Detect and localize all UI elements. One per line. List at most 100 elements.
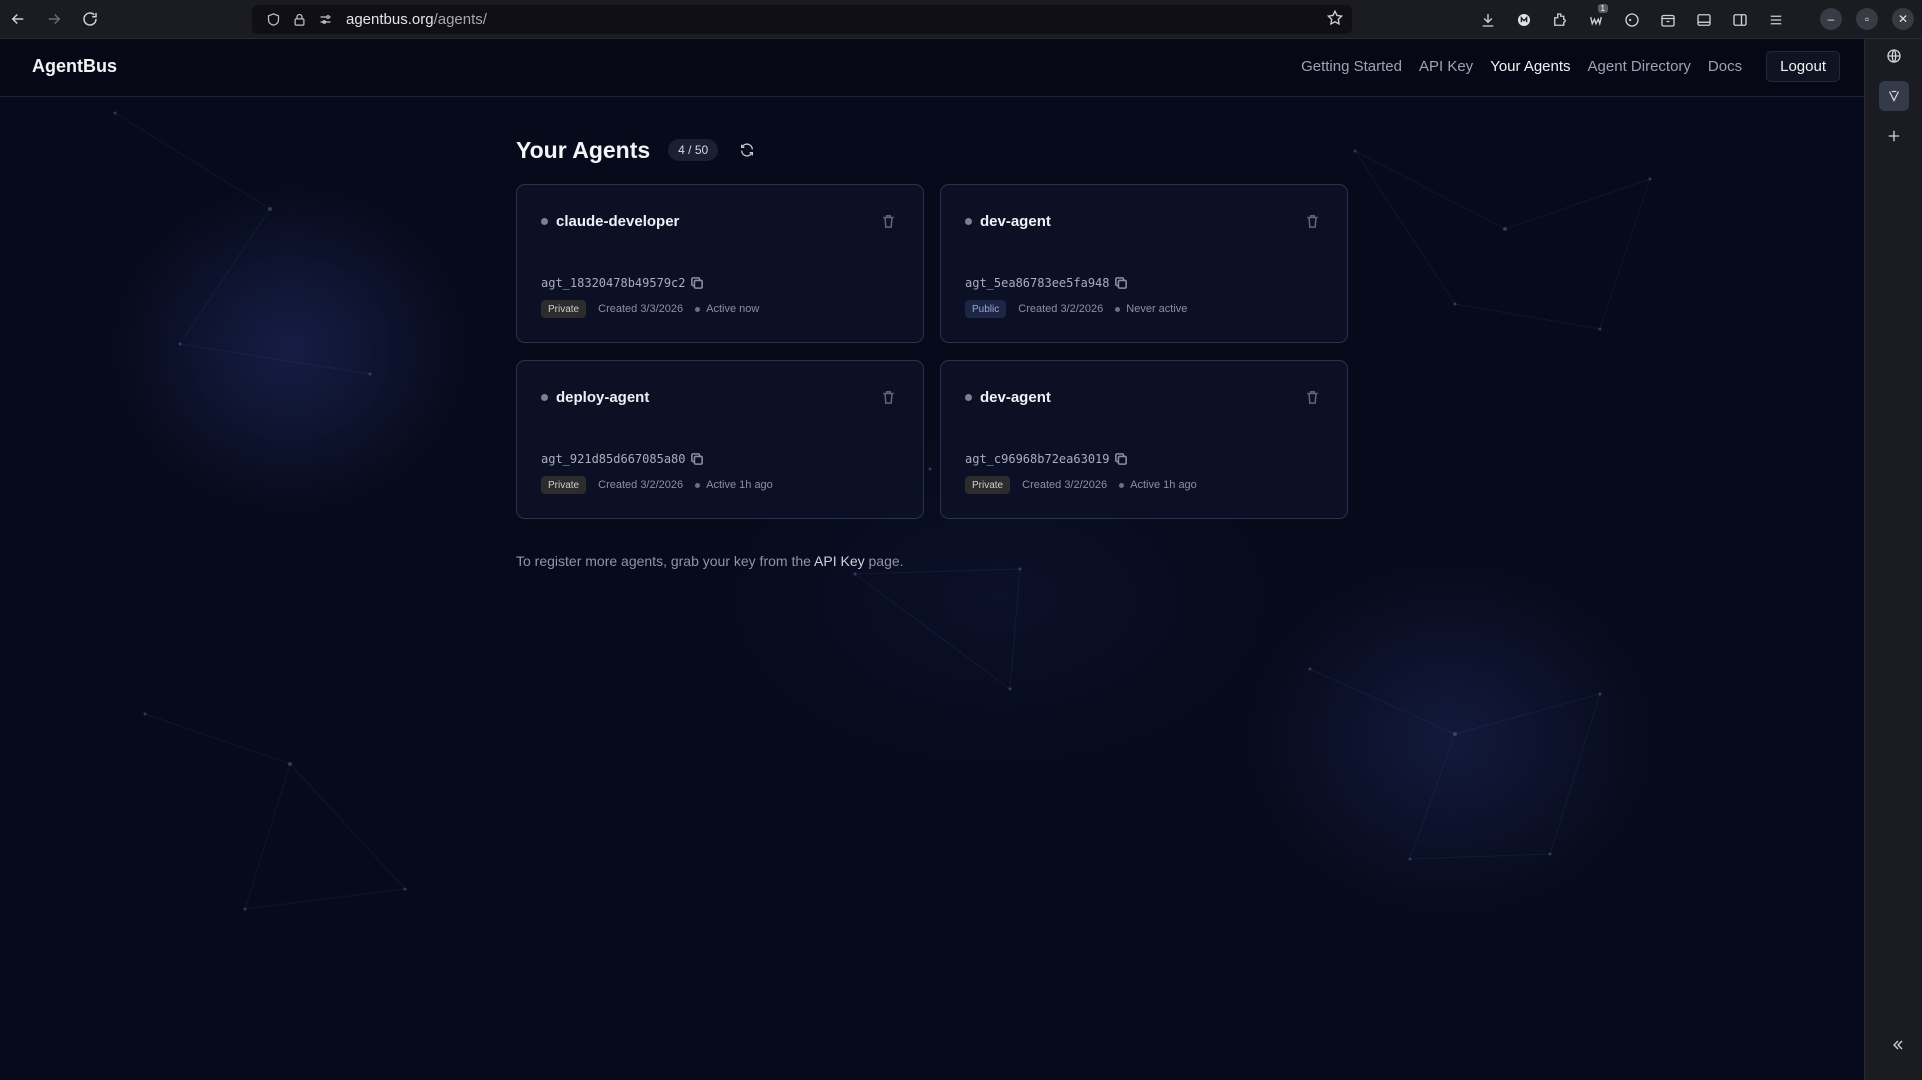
created-date: Created 3/2/2026: [1018, 303, 1104, 315]
agent-id: agt_5ea86783ee5fa948: [965, 276, 1127, 290]
status-dot: [541, 394, 548, 401]
agent-meta: Private Created 3/2/2026 Active 1h ago: [965, 476, 1197, 494]
agent-name-row: dev-agent: [965, 213, 1051, 230]
url-text: agentbus.org/agents/: [346, 11, 487, 28]
download-icon[interactable]: [1470, 0, 1506, 39]
activity-status: Never active: [1126, 303, 1188, 315]
nav-your-agents[interactable]: Your Agents: [1490, 58, 1570, 75]
delete-agent-button[interactable]: [882, 214, 895, 233]
agent-name: claude-developer: [556, 213, 680, 230]
copy-icon: [690, 453, 703, 465]
add-icon[interactable]: [1879, 121, 1909, 151]
agent-card[interactable]: dev-agent agt_c96968b72ea63019 Private C…: [940, 360, 1348, 519]
agent-name: dev-agent: [980, 213, 1051, 230]
visibility-badge: Private: [965, 476, 1011, 494]
close-window-button[interactable]: ✕: [1892, 8, 1914, 30]
agent-id-text: agt_c96968b72ea63019: [965, 452, 1110, 466]
activity-status: Active 1h ago: [706, 479, 773, 491]
agent-id: agt_18320478b49579c2: [541, 276, 703, 290]
address-bar[interactable]: agentbus.org/agents/: [252, 5, 1352, 34]
site-header: AgentBus Getting Started API Key Your Ag…: [0, 39, 1864, 97]
activity-status: Active 1h ago: [1130, 479, 1197, 491]
minimize-button[interactable]: –: [1820, 8, 1842, 30]
extensions-icon[interactable]: [1542, 0, 1578, 39]
agent-grid: claude-developer agt_18320478b49579c2 Pr…: [516, 184, 1350, 519]
copy-id-button[interactable]: [1114, 277, 1127, 289]
page: AgentBus Getting Started API Key Your Ag…: [0, 39, 1864, 1080]
lock-icon[interactable]: [288, 9, 310, 31]
nav-docs[interactable]: Docs: [1708, 58, 1742, 75]
back-button[interactable]: [0, 0, 36, 39]
menu-icon[interactable]: [1758, 0, 1794, 39]
status-dot: [965, 394, 972, 401]
agent-meta: Private Created 3/3/2026 Active now: [541, 300, 759, 318]
agent-name-row: deploy-agent: [541, 389, 649, 406]
browser-sidebar: [1864, 39, 1922, 1080]
toolbar-icons: 1: [1470, 0, 1794, 39]
agent-name-row: dev-agent: [965, 389, 1051, 406]
split-view-icon[interactable]: [1722, 0, 1758, 39]
copy-icon: [1114, 453, 1127, 465]
brand-logo[interactable]: AgentBus: [32, 56, 117, 77]
browser-toolbar: agentbus.org/agents/ 1 – ▫ ✕: [0, 0, 1922, 39]
copy-id-button[interactable]: [1114, 453, 1127, 465]
agent-id-text: agt_18320478b49579c2: [541, 276, 686, 290]
agent-meta: Public Created 3/2/2026 Never active: [965, 300, 1187, 318]
extension-badge-icon[interactable]: 1: [1578, 0, 1614, 39]
created-date: Created 3/2/2026: [1022, 479, 1108, 491]
site-nav: Getting Started API Key Your Agents Agen…: [1301, 51, 1840, 82]
api-key-link[interactable]: API Key: [814, 553, 865, 569]
trash-icon: [1307, 390, 1318, 404]
copy-id-button[interactable]: [690, 277, 703, 289]
extension-badge-count: 1: [1597, 4, 1608, 13]
bookmark-star-icon[interactable]: [1326, 9, 1344, 31]
copy-icon: [1114, 277, 1127, 289]
delete-agent-button[interactable]: [1306, 214, 1319, 233]
shield-icon[interactable]: [262, 9, 284, 31]
main-content: Your Agents 4 / 50 claude-developer agt_…: [516, 130, 1350, 569]
delete-agent-button[interactable]: [1306, 390, 1319, 409]
gamepad-icon[interactable]: [1614, 0, 1650, 39]
window-controls: – ▫ ✕: [1820, 8, 1914, 30]
visibility-badge: Private: [541, 300, 587, 318]
globe-icon[interactable]: [1879, 41, 1909, 71]
container-icon[interactable]: [1650, 0, 1686, 39]
delete-agent-button[interactable]: [882, 390, 895, 409]
status-dot: [965, 218, 972, 225]
agent-card[interactable]: claude-developer agt_18320478b49579c2 Pr…: [516, 184, 924, 343]
permissions-icon[interactable]: [314, 9, 336, 31]
reload-icon: [83, 12, 97, 26]
status-dot: [541, 218, 548, 225]
agent-card[interactable]: deploy-agent agt_921d85d667085a80 Privat…: [516, 360, 924, 519]
nav-agent-directory[interactable]: Agent Directory: [1588, 58, 1691, 75]
back-icon: [11, 13, 24, 25]
account-icon[interactable]: [1506, 0, 1542, 39]
nav-getting-started[interactable]: Getting Started: [1301, 58, 1402, 75]
url-host: agentbus.org: [346, 11, 434, 28]
refresh-icon: [741, 143, 754, 157]
created-date: Created 3/2/2026: [598, 479, 684, 491]
agent-id: agt_921d85d667085a80: [541, 452, 703, 466]
sidebar-icon[interactable]: [1686, 0, 1722, 39]
collapse-icon[interactable]: [1890, 1037, 1906, 1058]
forward-button[interactable]: [36, 0, 72, 39]
agent-count-badge: 4 / 50: [668, 139, 719, 161]
vpn-icon[interactable]: [1879, 81, 1909, 111]
nav-api-key[interactable]: API Key: [1419, 58, 1473, 75]
url-path: /agents/: [433, 11, 487, 28]
register-footnote: To register more agents, grab your key f…: [516, 553, 1350, 569]
activity-status: Active now: [706, 303, 760, 315]
refresh-button[interactable]: [736, 139, 758, 161]
trash-icon: [1307, 214, 1318, 228]
agent-name-row: claude-developer: [541, 213, 679, 230]
trash-icon: [883, 390, 894, 404]
copy-id-button[interactable]: [690, 453, 703, 465]
activity-dot: [1115, 306, 1121, 312]
logout-button[interactable]: Logout: [1766, 51, 1840, 82]
title-row: Your Agents 4 / 50: [516, 130, 1350, 170]
forward-icon: [48, 13, 61, 25]
trash-icon: [883, 214, 894, 228]
restore-button[interactable]: ▫: [1856, 8, 1878, 30]
agent-card[interactable]: dev-agent agt_5ea86783ee5fa948 Public Cr…: [940, 184, 1348, 343]
reload-button[interactable]: [72, 0, 108, 39]
